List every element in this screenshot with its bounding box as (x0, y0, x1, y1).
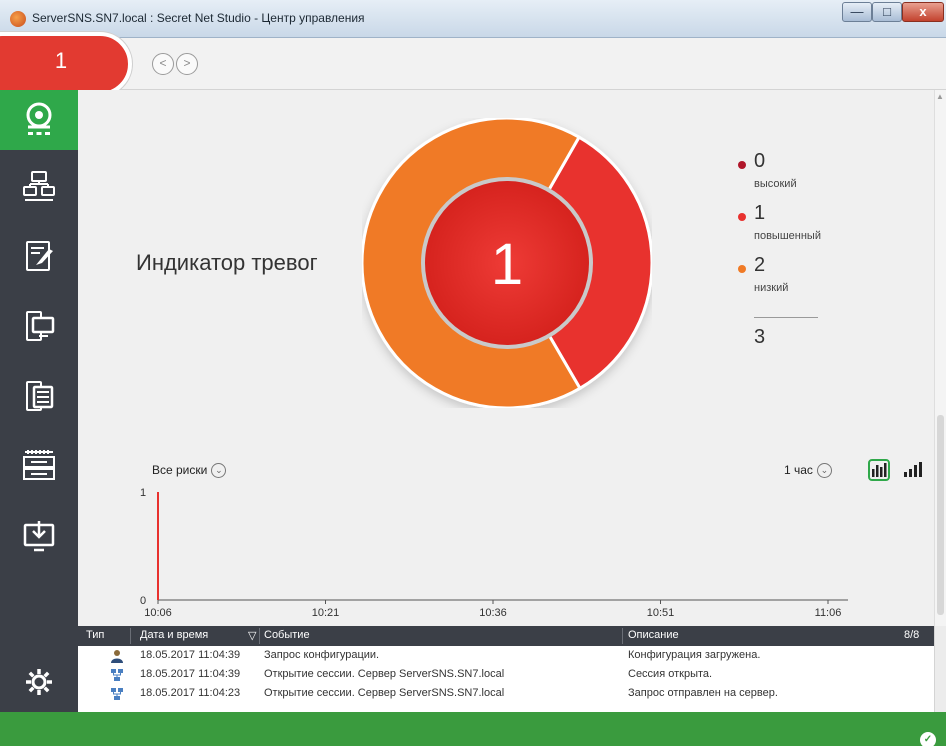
chevron-down-icon: ⌄ (816, 463, 832, 479)
legend-low-value: 2 (754, 254, 766, 276)
maximize-button[interactable]: □ (872, 2, 902, 22)
journal-icon (26, 241, 53, 271)
back-button[interactable]: < (152, 53, 174, 75)
alarm-donut-chart[interactable]: 1 (362, 118, 652, 408)
column-description[interactable]: Описание (628, 629, 679, 641)
x-tick-label: 10:21 (312, 607, 340, 619)
status-bar: ✓ (0, 712, 946, 748)
legend-high-value: 0 (754, 150, 766, 172)
sidebar-item-dashboard[interactable] (0, 90, 78, 150)
bar-view-toggle[interactable] (868, 459, 890, 481)
row-event: Открытие сессии. Сервер ServerSNS.SN7.lo… (264, 668, 505, 680)
alarm-center-value: 1 (491, 232, 523, 297)
signal-view-toggle[interactable] (902, 461, 922, 479)
risk-filter-dropdown[interactable]: Все риски ⌄ (152, 463, 227, 479)
network-session-icon (111, 688, 123, 700)
column-type[interactable]: Тип (86, 629, 104, 641)
events-count: 8/8 (904, 629, 920, 641)
legend-divider (754, 317, 818, 318)
close-button[interactable]: x (902, 2, 944, 22)
bar-chart-icon (872, 463, 887, 477)
gear-icon (26, 669, 52, 695)
alarm-badge[interactable]: 1 (0, 32, 132, 96)
legend-dot-low (738, 265, 746, 273)
scrollbar-thumb[interactable] (937, 415, 944, 615)
column-separator (622, 628, 623, 644)
legend-dot-high (738, 161, 746, 169)
row-description: Конфигурация загружена. (628, 649, 761, 661)
table-row[interactable]: 18.05.2017 11:04:23 Открытие сессии. Сер… (78, 685, 934, 703)
top-toolbar: 1 < > (0, 32, 946, 96)
legend-elevated-label: повышенный (754, 230, 821, 242)
table-row[interactable]: 18.05.2017 11:04:39 Открытие сессии. Сер… (78, 666, 934, 684)
download-icon (23, 521, 55, 552)
chevron-down-icon: ⌄ (211, 463, 227, 479)
sidebar-item-journals[interactable] (0, 226, 78, 286)
row-datetime: 18.05.2017 11:04:39 (140, 649, 241, 661)
scroll-up-arrow-icon[interactable]: ▲ (936, 92, 944, 101)
server-icon (26, 381, 54, 411)
computer-icon (26, 311, 55, 341)
sidebar-item-computers[interactable] (0, 296, 78, 356)
dashboard-icon (26, 102, 52, 135)
sidebar-item-deploy[interactable] (0, 506, 78, 566)
main-scrollbar[interactable]: ▲ (934, 90, 946, 626)
column-separator (259, 628, 260, 644)
row-event: Открытие сессии. Сервер ServerSNS.SN7.lo… (264, 687, 505, 699)
sidebar-item-network[interactable] (0, 156, 78, 216)
row-datetime: 18.05.2017 11:04:23 (140, 687, 241, 699)
column-event[interactable]: Событие (264, 629, 310, 641)
app-logo-icon (10, 11, 26, 27)
x-tick-label: 11:06 (815, 607, 842, 619)
rack-icon (23, 450, 55, 480)
legend-total: 3 (754, 326, 766, 348)
period-label: 1 час (784, 463, 813, 477)
column-datetime[interactable]: Дата и время (140, 629, 208, 641)
network-session-icon (111, 669, 123, 681)
user-icon (111, 650, 123, 663)
legend-dot-elevated (738, 213, 746, 221)
y-tick-label: 0 (140, 595, 146, 607)
page-title: Индикатор тревог (136, 250, 318, 275)
table-scrollbar[interactable] (934, 626, 946, 712)
risk-timeline-chart: 0 1 10:06 10:21 10:36 10:51 11:06 (140, 487, 848, 619)
sidebar-item-settings[interactable] (0, 652, 78, 712)
row-description: Запрос отправлен на сервер. (628, 687, 778, 699)
sort-filter-icon[interactable]: ▽ (248, 629, 256, 642)
sidebar-item-servers[interactable] (0, 366, 78, 426)
forward-button[interactable]: > (176, 53, 198, 75)
alarm-count: 1 (54, 48, 68, 73)
period-dropdown[interactable]: 1 час ⌄ (784, 463, 832, 479)
events-table: Тип Дата и время ▽ Событие Описание 8/8 … (78, 626, 934, 712)
legend-low-label: низкий (754, 282, 789, 294)
row-description: Сессия открыта. (628, 668, 713, 680)
y-tick-label: 1 (140, 487, 146, 499)
risk-filter-label: Все риски (152, 463, 208, 477)
main-panel: Индикатор тревог 1 0 высокий 1 повышенны… (78, 90, 934, 626)
table-header: Тип Дата и время ▽ Событие Описание 8/8 (78, 626, 934, 646)
row-datetime: 18.05.2017 11:04:39 (140, 668, 241, 680)
table-row[interactable]: 18.05.2017 11:04:39 Запрос конфигурации.… (78, 647, 934, 665)
legend-elevated-value: 1 (754, 202, 766, 224)
x-tick-label: 10:36 (479, 607, 507, 619)
x-tick-label: 10:51 (647, 607, 675, 619)
network-icon (23, 171, 55, 201)
risk-bar[interactable] (157, 492, 159, 600)
column-separator (130, 628, 131, 644)
legend-high-label: высокий (754, 178, 797, 190)
sidebar (0, 90, 78, 712)
minimize-button[interactable]: — (842, 2, 872, 22)
x-tick-label: 10:06 (144, 607, 172, 619)
row-event: Запрос конфигурации. (264, 649, 380, 661)
window-title-bar: ServerSNS.SN7.local : Secret Net Studio … (0, 0, 946, 38)
sidebar-item-racks[interactable] (0, 436, 78, 496)
window-title: ServerSNS.SN7.local : Secret Net Studio … (32, 11, 365, 25)
